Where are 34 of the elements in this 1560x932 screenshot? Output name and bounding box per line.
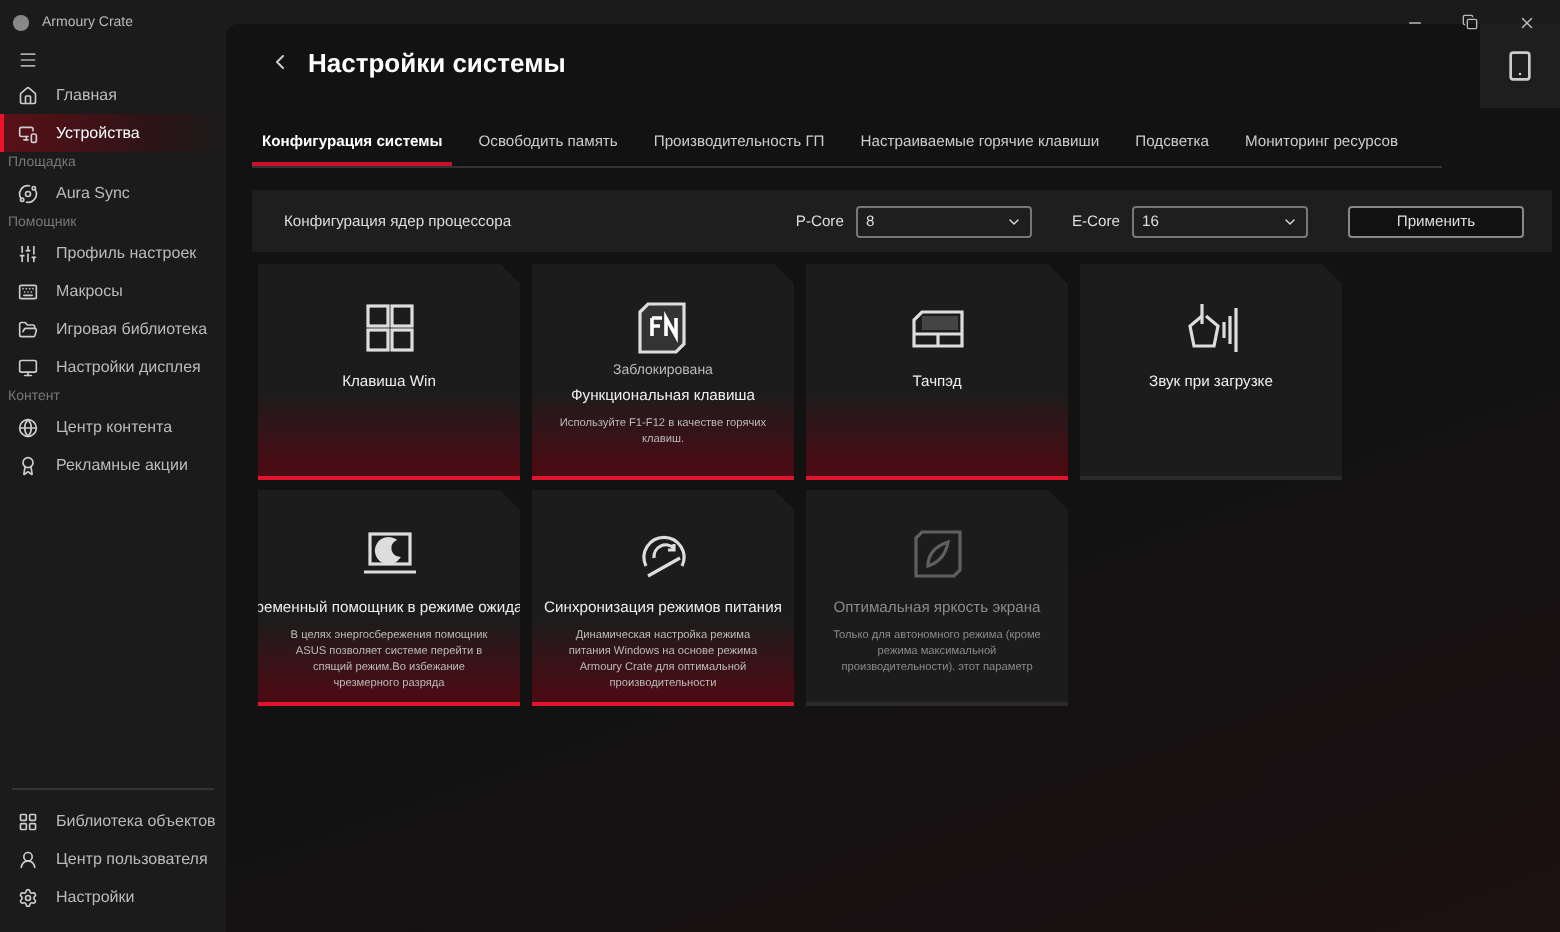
sidebar-item[interactable]: Центр контента <box>0 408 226 446</box>
menu-icon[interactable] <box>18 50 38 70</box>
phone-icon <box>1504 50 1536 82</box>
keyboard-icon <box>18 281 38 301</box>
fn-key-icon <box>635 300 691 356</box>
device-panel[interactable] <box>1480 24 1560 108</box>
home-icon <box>18 85 38 105</box>
power-sound-icon <box>1183 300 1239 356</box>
monitor-icon <box>18 357 38 377</box>
device-icon <box>18 123 38 143</box>
sidebar-item[interactable]: Игровая библиотека <box>0 310 226 348</box>
award-icon <box>18 455 38 475</box>
grid-icon <box>18 811 38 831</box>
sidebar-item[interactable]: Aura Sync <box>0 174 226 212</box>
leaf-screen-icon <box>909 526 965 582</box>
sidebar-item[interactable]: Настройки <box>0 878 226 916</box>
sliders-icon <box>18 243 38 263</box>
sidebar-item[interactable]: Рекламные акции <box>0 446 226 484</box>
sidebar-item[interactable]: Библиотека объектов <box>0 802 226 840</box>
sidebar-item[interactable]: Центр пользователя <box>0 840 226 878</box>
sidebar-item[interactable]: Главная <box>0 76 226 114</box>
settings-icon <box>18 887 38 907</box>
sidebar-item[interactable]: Настройки дисплея <box>0 348 226 386</box>
globe-icon <box>18 417 38 437</box>
windows-key-icon <box>361 300 417 356</box>
orbit-icon <box>18 183 38 203</box>
app-logo-icon <box>12 13 30 31</box>
sidebar-item[interactable]: Профиль настроек <box>0 234 226 272</box>
user-icon <box>18 849 38 869</box>
close-icon <box>1517 13 1535 31</box>
page-title: Настройки системы <box>308 47 566 77</box>
folder-icon <box>18 319 38 339</box>
restore-icon <box>1462 14 1478 30</box>
sidebar-item[interactable]: Макросы <box>0 272 226 310</box>
